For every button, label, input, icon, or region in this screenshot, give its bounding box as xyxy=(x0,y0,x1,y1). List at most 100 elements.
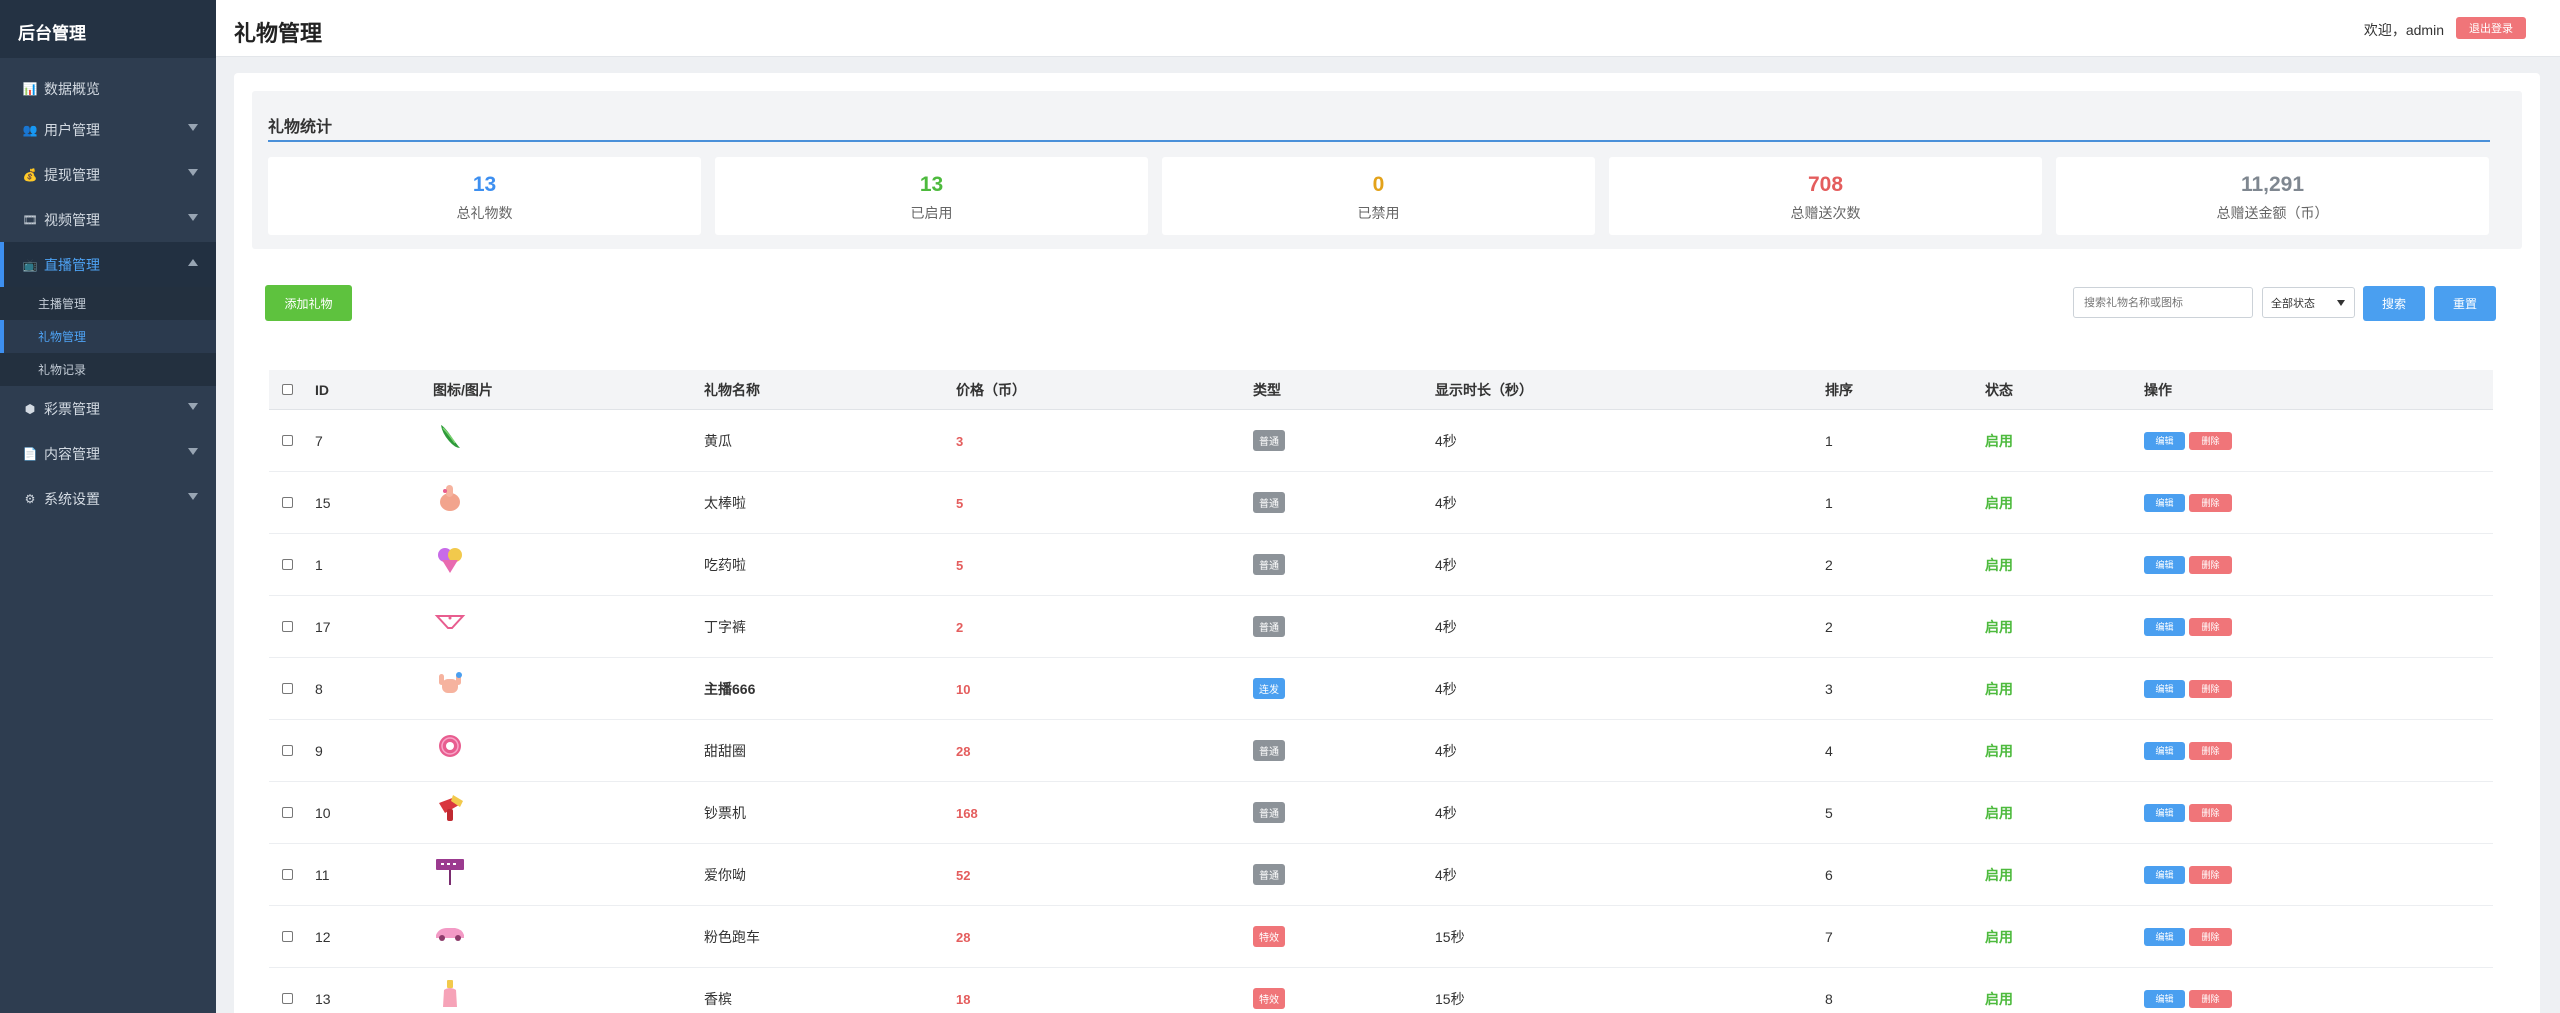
delete-button[interactable]: 删除 xyxy=(2189,803,2232,822)
cell-price: 18 xyxy=(956,991,971,1007)
cell-id: 11 xyxy=(315,866,330,883)
edit-button[interactable]: 编辑 xyxy=(2144,679,2185,698)
select-all-checkbox[interactable] xyxy=(282,383,293,395)
row-checkbox[interactable] xyxy=(282,558,293,570)
edit-button[interactable]: 编辑 xyxy=(2144,741,2185,760)
cell-sort: 8 xyxy=(1825,990,1833,1007)
sidebar-item-label: 直播管理 xyxy=(44,256,100,273)
row-checkbox[interactable] xyxy=(282,868,293,880)
sidebar-item-withdrawals[interactable]: 💰 提现管理 xyxy=(0,152,216,197)
cell-duration: 4秒 xyxy=(1435,680,1457,697)
table-row: 9 甜甜圈 28 普通 4秒 4 启用 编辑 删除 xyxy=(269,720,2493,782)
edit-button[interactable]: 编辑 xyxy=(2144,803,2185,822)
chevron-down-icon xyxy=(2337,300,2345,306)
row-checkbox[interactable] xyxy=(282,682,293,694)
sidebar-subitem-gift-records[interactable]: 礼物记录 xyxy=(0,353,216,386)
stat-label: 已禁用 xyxy=(1357,205,1400,221)
logout-button[interactable]: 退出登录 xyxy=(2456,17,2526,39)
cell-duration: 4秒 xyxy=(1435,494,1457,511)
sidebar-item-label: 提现管理 xyxy=(44,166,100,183)
add-gift-button[interactable]: 添加礼物 xyxy=(265,285,352,321)
sidebar-item-live[interactable]: 📺 直播管理 xyxy=(0,242,216,287)
row-checkbox[interactable] xyxy=(282,930,293,942)
cell-duration: 15秒 xyxy=(1435,990,1465,1007)
delete-button[interactable]: 删除 xyxy=(2189,617,2232,636)
row-checkbox[interactable] xyxy=(282,434,293,446)
cell-duration: 4秒 xyxy=(1435,804,1457,821)
cell-id: 7 xyxy=(315,432,323,449)
cell-price: 10 xyxy=(956,681,971,697)
delete-button[interactable]: 删除 xyxy=(2189,555,2232,574)
status-select[interactable]: 全部状态 xyxy=(2262,287,2355,318)
gift-table: ID 图标/图片 礼物名称 价格（币） 类型 显示时长（秒） 排序 状态 操作 … xyxy=(269,370,2493,1013)
chevron-down-icon xyxy=(188,493,198,500)
cell-price: 3 xyxy=(956,433,964,449)
type-badge: 特效 xyxy=(1253,988,1285,1009)
edit-button[interactable]: 编辑 xyxy=(2144,865,2185,884)
status-badge: 启用 xyxy=(1985,494,2013,511)
cell-sort: 4 xyxy=(1825,742,1833,759)
table-body: 7 黄瓜 3 普通 4秒 1 启用 编辑 删除 15 太棒啦 5 普通 4秒 1 … xyxy=(269,410,2493,1013)
cell-sort: 1 xyxy=(1825,494,1833,511)
cell-name: 吃药啦 xyxy=(704,556,746,573)
table-row: 7 黄瓜 3 普通 4秒 1 启用 编辑 删除 xyxy=(269,410,2493,472)
delete-button[interactable]: 删除 xyxy=(2189,679,2232,698)
cell-id: 15 xyxy=(315,494,331,511)
cell-duration: 15秒 xyxy=(1435,928,1465,945)
edit-button[interactable]: 编辑 xyxy=(2144,493,2185,512)
sidebar-item-lottery[interactable]: ⬢ 彩票管理 xyxy=(0,386,216,431)
type-badge: 特效 xyxy=(1253,926,1285,947)
sidebar-item-label: 视频管理 xyxy=(44,211,100,228)
search-input[interactable] xyxy=(2073,287,2253,318)
reset-button[interactable]: 重置 xyxy=(2434,286,2496,321)
delete-button[interactable]: 删除 xyxy=(2189,431,2232,450)
cell-name: 粉色跑车 xyxy=(704,928,760,945)
cell-sort: 3 xyxy=(1825,680,1833,697)
donut-icon xyxy=(433,729,467,763)
sidebar-item-dashboard[interactable]: 📊 数据概览 xyxy=(0,70,216,107)
edit-button[interactable]: 编辑 xyxy=(2144,431,2185,450)
sidebar-subitem-gifts[interactable]: 礼物管理 xyxy=(0,320,216,353)
cell-sort: 5 xyxy=(1825,804,1833,821)
cucumber-icon xyxy=(433,419,467,453)
edit-button[interactable]: 编辑 xyxy=(2144,989,2185,1008)
brand-title: 后台管理 xyxy=(0,0,216,58)
status-badge: 启用 xyxy=(1985,432,2013,449)
cell-name: 香槟 xyxy=(704,990,732,1007)
column-header-actions: 操作 xyxy=(2144,381,2172,398)
sidebar-item-videos[interactable]: 🎞 视频管理 xyxy=(0,197,216,242)
sidebar-item-label: 内容管理 xyxy=(44,445,100,462)
row-checkbox[interactable] xyxy=(282,806,293,818)
delete-button[interactable]: 删除 xyxy=(2189,927,2232,946)
stat-card: 708 总赠送次数 xyxy=(1609,157,2042,235)
sidebar-subitem-streamers[interactable]: 主播管理 xyxy=(0,287,216,320)
delete-button[interactable]: 删除 xyxy=(2189,989,2232,1008)
cell-name: 黄瓜 xyxy=(704,432,732,449)
status-badge: 启用 xyxy=(1985,866,2013,883)
row-checkbox[interactable] xyxy=(282,744,293,756)
row-checkbox[interactable] xyxy=(282,992,293,1004)
column-header-status: 状态 xyxy=(1985,381,2013,398)
sidebar-item-users[interactable]: 👥 用户管理 xyxy=(0,107,216,152)
chevron-down-icon xyxy=(188,403,198,410)
row-checkbox[interactable] xyxy=(282,496,293,508)
type-badge: 普通 xyxy=(1253,554,1285,575)
sidebar-item-settings[interactable]: ⚙ 系统设置 xyxy=(0,476,216,521)
underwear-icon xyxy=(433,605,467,639)
stat-value: 0 xyxy=(1372,173,1385,196)
stat-card: 11,291 总赠送金额（币） xyxy=(2056,157,2489,235)
delete-button[interactable]: 删除 xyxy=(2189,493,2232,512)
edit-button[interactable]: 编辑 xyxy=(2144,555,2185,574)
row-checkbox[interactable] xyxy=(282,620,293,632)
search-button[interactable]: 搜索 xyxy=(2363,286,2425,321)
edit-button[interactable]: 编辑 xyxy=(2144,927,2185,946)
table-row: 15 太棒啦 5 普通 4秒 1 启用 编辑 删除 xyxy=(269,472,2493,534)
thumbs-up-icon xyxy=(433,481,467,515)
delete-button[interactable]: 删除 xyxy=(2189,865,2232,884)
sidebar-item-label: 彩票管理 xyxy=(44,400,100,417)
edit-button[interactable]: 编辑 xyxy=(2144,617,2185,636)
type-badge: 普通 xyxy=(1253,616,1285,637)
delete-button[interactable]: 删除 xyxy=(2189,741,2232,760)
sidebar-item-content[interactable]: 📄 内容管理 xyxy=(0,431,216,476)
stat-label: 总礼物数 xyxy=(456,205,513,221)
